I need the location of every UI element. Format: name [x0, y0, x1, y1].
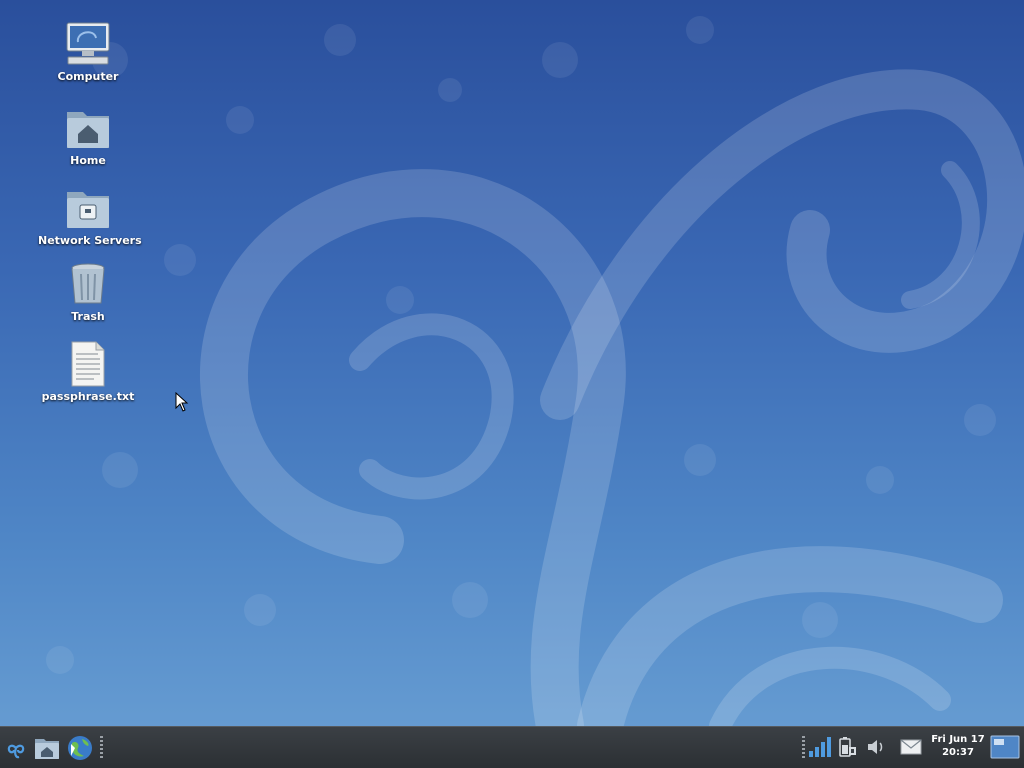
home-folder-icon[interactable]: [33, 734, 61, 762]
volume-icon[interactable]: [866, 738, 886, 756]
wallpaper-swirl: [46, 16, 1024, 726]
battery-icon[interactable]: [836, 736, 858, 758]
network-signal-icon[interactable]: [808, 736, 832, 758]
panel-grip[interactable]: [802, 736, 805, 760]
desktop-icon-label: Network Servers: [38, 234, 142, 247]
mouse-pointer-icon: [175, 392, 189, 412]
desktop-icon-label: Computer: [57, 70, 119, 83]
clock-date: Fri Jun 17: [931, 734, 985, 745]
desktop-icon-label: passphrase.txt: [41, 390, 135, 403]
text-file-icon: [71, 341, 105, 387]
desktop-icon-home[interactable]: Home: [38, 104, 138, 167]
desktop-icon-label: Home: [70, 154, 106, 167]
trash-icon: [71, 263, 105, 304]
desktop-icon-network-servers[interactable]: Network Servers: [38, 184, 142, 247]
show-desktop-icon[interactable]: [990, 735, 1020, 759]
home-folder-icon: [67, 112, 109, 148]
desktop-icon-trash[interactable]: Trash: [38, 260, 138, 323]
desktop-icon-passphrase-file[interactable]: passphrase.txt: [38, 340, 138, 403]
applications-menu-icon[interactable]: [2, 734, 30, 762]
network-folder-icon: [67, 192, 109, 228]
web-browser-icon[interactable]: [66, 734, 94, 762]
desktop[interactable]: Computer Home Network Servers Trash pass…: [0, 0, 1024, 726]
panel-grip[interactable]: [100, 736, 103, 760]
desktop-icon-label: Trash: [71, 310, 105, 323]
clock[interactable]: Fri Jun 17 20:37: [928, 733, 988, 759]
desktop-icon-computer[interactable]: Computer: [38, 20, 138, 83]
computer-icon: [66, 22, 110, 65]
mail-icon[interactable]: [900, 739, 922, 755]
clock-time: 20:37: [942, 747, 974, 758]
